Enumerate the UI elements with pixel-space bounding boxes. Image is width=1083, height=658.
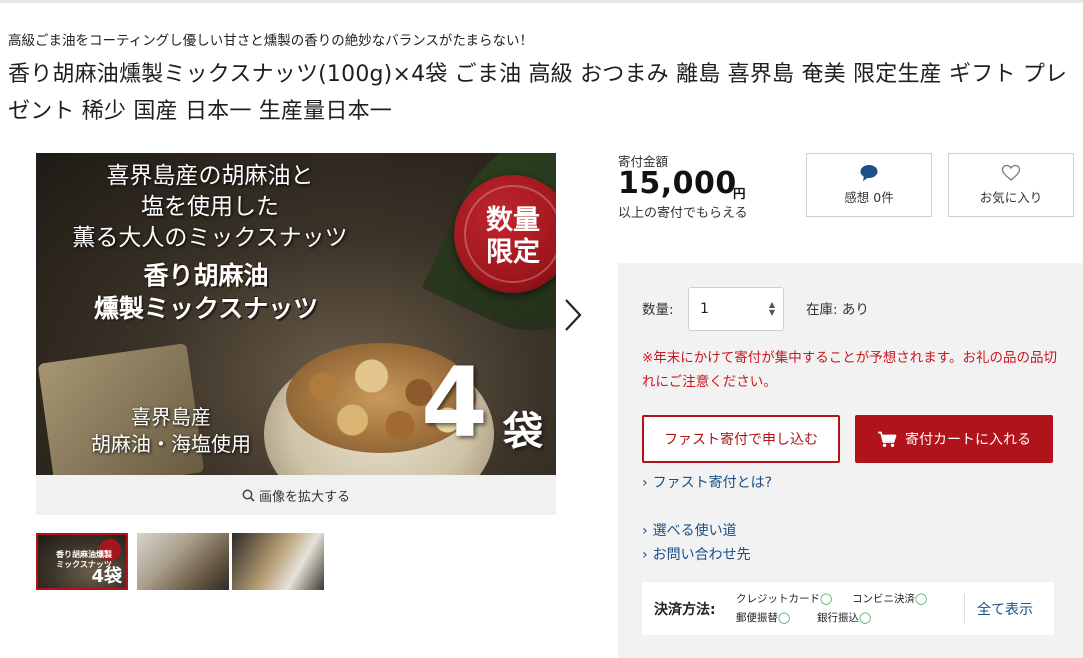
image-copy-line: 喜界島産の胡麻油と (106, 163, 314, 189)
zoom-image-button[interactable]: 画像を拡大する (36, 475, 556, 515)
payment-method-name: 銀行振込 (817, 612, 859, 624)
link-label: ファスト寄付とは? (652, 475, 773, 491)
payment-method-name: クレジットカード (736, 593, 820, 605)
chevron-right-icon: › (642, 523, 648, 539)
thumbnail-count: 4袋 (91, 566, 122, 587)
payment-divider (964, 594, 965, 623)
favorite-button[interactable]: お気に入り (948, 153, 1074, 217)
image-origin-line: 胡麻油・海塩使用 (91, 432, 251, 456)
image-origin-line: 喜界島産 (131, 405, 211, 429)
payment-method: 郵便振替◯ (736, 610, 790, 625)
quantity-label: 数量: (642, 302, 674, 318)
image-product-name-line: 香り胡麻油 (143, 261, 269, 290)
stock-status: 在庫: あり (806, 302, 869, 318)
seal-text-line: 数量 (486, 205, 540, 236)
donation-amount-note: 以上の寄付でもらえる (618, 206, 748, 221)
chevron-right-icon: › (642, 547, 648, 563)
stock-notice: ※年末にかけて寄付が集中することが予想されます。お礼の品の品切れにご注意ください… (642, 350, 1057, 390)
payment-method-name: 郵便振替 (736, 612, 778, 624)
cart-icon (878, 431, 897, 447)
chevron-right-icon (565, 299, 582, 331)
seal-text-line: 限定 (486, 237, 540, 268)
chevron-right-icon: › (642, 475, 648, 491)
thumbnail-3[interactable] (232, 533, 324, 590)
heart-icon (1001, 164, 1021, 181)
quantity-value: 1 (700, 301, 709, 317)
top-divider (0, 0, 1083, 3)
donation-amount-unit: 円 (733, 186, 746, 201)
fast-donation-about-link[interactable]: › ファスト寄付とは? (642, 472, 772, 492)
spinner-icon: ▲ ▼ (768, 300, 775, 317)
speech-bubble-icon (860, 165, 878, 181)
quantity-select[interactable]: 1 ▲ ▼ (688, 287, 784, 331)
product-title: 香り胡麻油燻製ミックスナッツ(100g)×4袋 ごま油 高級 おつまみ 離島 喜… (8, 62, 1068, 124)
available-icon: ◯ (915, 592, 928, 605)
fast-donation-label: ファスト寄付で申し込む (664, 432, 818, 448)
available-icon: ◯ (820, 592, 833, 605)
bag-count-number: 4 (421, 347, 488, 459)
catch-copy: 高級ごま油をコーティングし優しい甘さと燻製の香りの絶妙なバランスがたまらない！ (8, 33, 534, 49)
show-all-payment-link[interactable]: 全て表示 (977, 599, 1033, 619)
zoom-label: 画像を拡大する (258, 489, 350, 505)
available-icon: ◯ (859, 611, 872, 624)
image-product-name-line: 燻製ミックスナッツ (93, 294, 319, 323)
seal-text: 数量 限定 (454, 205, 556, 269)
payment-method: 銀行振込◯ (817, 610, 871, 625)
image-origin-text: 喜界島産 胡麻油・海塩使用 (56, 404, 286, 458)
usage-link[interactable]: › 選べる使い道 (642, 520, 737, 540)
next-image-button[interactable] (558, 296, 586, 334)
payment-method: クレジットカード◯ (736, 591, 832, 606)
review-label: 感想 0件 (844, 190, 894, 205)
link-label: 選べる使い道 (652, 523, 737, 539)
payment-method: コンビニ決済◯ (852, 591, 927, 606)
payment-methods-box: 決済方法: クレジットカード◯ コンビニ決済◯ 郵便振替◯ 銀行振込◯ 全て表示 (642, 582, 1054, 635)
review-button[interactable]: 感想 0件 (806, 153, 932, 217)
bag-count-unit: 袋 (503, 409, 543, 455)
payment-method-name: コンビニ決済 (852, 593, 915, 605)
add-to-cart-label: 寄付カートに入れる (905, 432, 1031, 448)
contact-link[interactable]: › お問い合わせ先 (642, 544, 751, 564)
payment-label: 決済方法: (654, 602, 716, 618)
image-copy-line: 塩を使用した (141, 194, 279, 220)
donation-amount: 15,000 (618, 166, 737, 201)
image-copy: 喜界島産の胡麻油と 塩を使用した 薫る大人のミックスナッツ (50, 161, 370, 254)
magnifier-icon (242, 489, 255, 502)
thumbnail-1[interactable]: 香り胡麻油燻製ミックスナッツ 4袋 (36, 533, 128, 590)
thumbnail-2[interactable] (137, 533, 229, 590)
available-icon: ◯ (778, 611, 791, 624)
add-to-cart-button[interactable]: 寄付カートに入れる (855, 415, 1053, 463)
image-product-name: 香り胡麻油 燻製ミックスナッツ (76, 259, 336, 325)
image-copy-line: 薫る大人のミックスナッツ (72, 225, 348, 251)
main-product-image[interactable]: 喜界島産の胡麻油と 塩を使用した 薫る大人のミックスナッツ 香り胡麻油 燻製ミッ… (36, 153, 556, 475)
link-label: お問い合わせ先 (652, 547, 751, 563)
favorite-label: お気に入り (979, 190, 1043, 205)
fast-donation-button[interactable]: ファスト寄付で申し込む (642, 415, 840, 463)
